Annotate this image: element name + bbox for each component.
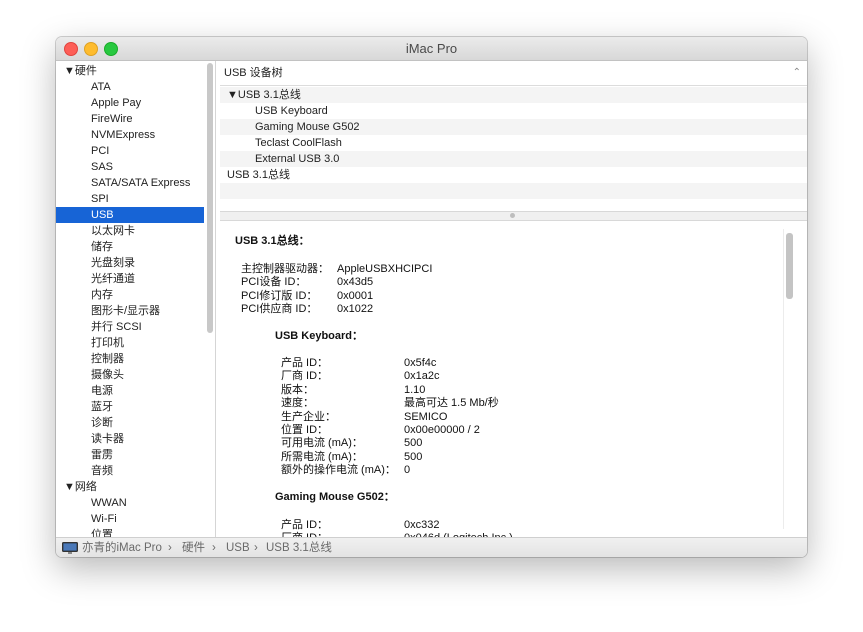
sidebar-item[interactable]: 音频 — [56, 463, 204, 479]
sidebar-item[interactable]: 摄像头 — [56, 367, 204, 383]
path-bar: 亦青的iMac Pro › 硬件 › USB › USB 3.1总线 — [56, 537, 807, 557]
sidebar-item[interactable]: ATA — [56, 79, 204, 95]
property-key: PCI修订版 ID： — [241, 289, 318, 302]
sidebar-item[interactable]: 光纤通道 — [56, 271, 204, 287]
sidebar-item[interactable]: 读卡器 — [56, 431, 204, 447]
property-key: 可用电流 (mA)： — [281, 437, 363, 450]
property-key: 额外的操作电流 (mA)： — [281, 464, 396, 477]
property-key: 厂商 ID： — [281, 370, 329, 383]
property-value: 0x0001 — [337, 289, 374, 302]
sidebar-item[interactable]: 雷雳 — [56, 447, 204, 463]
pane-splitter[interactable] — [220, 211, 807, 221]
sidebar-item[interactable]: 储存 — [56, 239, 204, 255]
sidebar-item[interactable]: WWAN — [56, 495, 204, 511]
property-key: 生产企业： — [281, 410, 336, 423]
usb-device-tree: USB 设备树 ⌃ ▼USB 3.1总线 USB Keyboard Gaming M… — [220, 61, 807, 211]
sidebar-item[interactable]: SAS — [56, 159, 204, 175]
sidebar-scrollbar[interactable] — [207, 63, 213, 333]
detail-heading: USB 3.1总线： — [235, 235, 310, 247]
tree-row[interactable]: Teclast CoolFlash — [220, 135, 807, 151]
sidebar-item[interactable]: PCI — [56, 143, 204, 159]
breadcrumb-separator: › — [168, 542, 172, 554]
sidebar: ▼硬件 ATA Apple Pay FireWire NVMExpress PCI SAS S… — [56, 61, 216, 537]
property-value: 0x1022 — [337, 303, 374, 316]
sidebar-item[interactable]: 蓝牙 — [56, 399, 204, 415]
property-key: 产品 ID： — [281, 519, 329, 531]
sidebar-item[interactable]: 位置 — [56, 527, 204, 537]
title-bar[interactable]: iMac Pro — [56, 37, 807, 61]
property-key: 主控制器驱动器： — [241, 263, 329, 275]
imac-icon — [62, 542, 78, 554]
sidebar-item[interactable]: 以太网卡 — [56, 223, 204, 239]
breadcrumb-item[interactable]: USB — [226, 538, 250, 557]
sidebar-category[interactable]: ▼硬件 — [56, 63, 212, 79]
tree-row[interactable]: ▼USB 3.1总线 — [220, 87, 807, 103]
tree-header-label: USB 设备树 — [224, 67, 283, 79]
sidebar-category[interactable]: ▼网络 — [56, 479, 212, 495]
property-key: 产品 ID： — [281, 357, 329, 369]
splitter-handle-icon[interactable] — [510, 213, 515, 218]
property-value: 0x5f4c — [404, 357, 437, 369]
sidebar-item[interactable]: 控制器 — [56, 351, 204, 367]
sidebar-item[interactable]: 光盘刻录 — [56, 255, 204, 271]
breadcrumb-separator: › — [212, 542, 216, 554]
sidebar-item[interactable]: FireWire — [56, 111, 204, 127]
property-value: 500 — [404, 450, 423, 463]
property-value: SEMICO — [404, 410, 448, 423]
chevron-up-icon[interactable]: ⌃ — [793, 61, 801, 85]
property-value: 0x43d5 — [337, 276, 374, 289]
property-key: 速度： — [281, 397, 314, 410]
property-key: PCI供应商 ID： — [241, 303, 318, 316]
device-heading: Gaming Mouse G502： — [275, 491, 395, 503]
sidebar-item[interactable]: Wi-Fi — [56, 511, 204, 527]
property-value: 0 — [404, 464, 411, 477]
breadcrumb-item[interactable]: 亦青的iMac Pro — [82, 538, 162, 557]
property-value: 1.10 — [404, 383, 426, 396]
sidebar-item[interactable]: NVMExpress — [56, 127, 204, 143]
system-information-window: iMac Pro ▼硬件 ATA Apple Pay FireWire NVMExpre… — [56, 37, 807, 557]
property-key: PCI设备 ID： — [241, 276, 307, 289]
property-value: 最高可达 1.5 Mb/秒 — [404, 397, 499, 410]
property-key: 版本： — [281, 383, 314, 396]
sidebar-item[interactable]: 电源 — [56, 383, 204, 399]
property-key: 所需电流 (mA)： — [281, 450, 363, 463]
property-value: AppleUSBXHCIPCI — [337, 263, 433, 275]
sidebar-item[interactable]: 图形卡/显示器 — [56, 303, 204, 319]
sidebar-item[interactable]: Apple Pay — [56, 95, 204, 111]
breadcrumb-item[interactable]: 硬件 — [182, 538, 205, 557]
property-key: 位置 ID： — [281, 424, 329, 436]
breadcrumb-separator: › — [254, 542, 258, 554]
sidebar-item[interactable]: 并行 SCSI — [56, 319, 204, 335]
property-value: 500 — [404, 437, 423, 450]
detail-scrollbar[interactable] — [786, 233, 793, 299]
window-title: iMac Pro — [405, 41, 458, 56]
property-value: 0x00e00000 / 2 — [404, 424, 480, 436]
property-value: 0xc332 — [404, 519, 440, 531]
device-heading: USB Keyboard： — [275, 330, 364, 342]
sidebar-item[interactable]: USB — [56, 207, 204, 223]
detail-pane: USB 3.1总线： 主控制器驱动器： AppleUSBXHCIPCI PCI设备 I… — [220, 221, 807, 537]
tree-row[interactable]: External USB 3.0 — [220, 151, 807, 167]
breadcrumb-item[interactable]: USB 3.1总线 — [266, 538, 332, 557]
tree-row[interactable]: USB Keyboard — [220, 103, 807, 119]
property-value: 0x1a2c — [404, 370, 440, 383]
sidebar-item[interactable]: 诊断 — [56, 415, 204, 431]
sidebar-item[interactable]: SATA/SATA Express — [56, 175, 204, 191]
sidebar-item[interactable]: 打印机 — [56, 335, 204, 351]
tree-row[interactable]: USB 3.1总线 — [220, 167, 807, 183]
tree-row[interactable]: Gaming Mouse G502 — [220, 119, 807, 135]
tree-row[interactable] — [220, 183, 807, 199]
sidebar-item[interactable]: SPI — [56, 191, 204, 207]
sidebar-item[interactable]: 内存 — [56, 287, 204, 303]
tree-header[interactable]: USB 设备树 ⌃ — [220, 61, 807, 86]
